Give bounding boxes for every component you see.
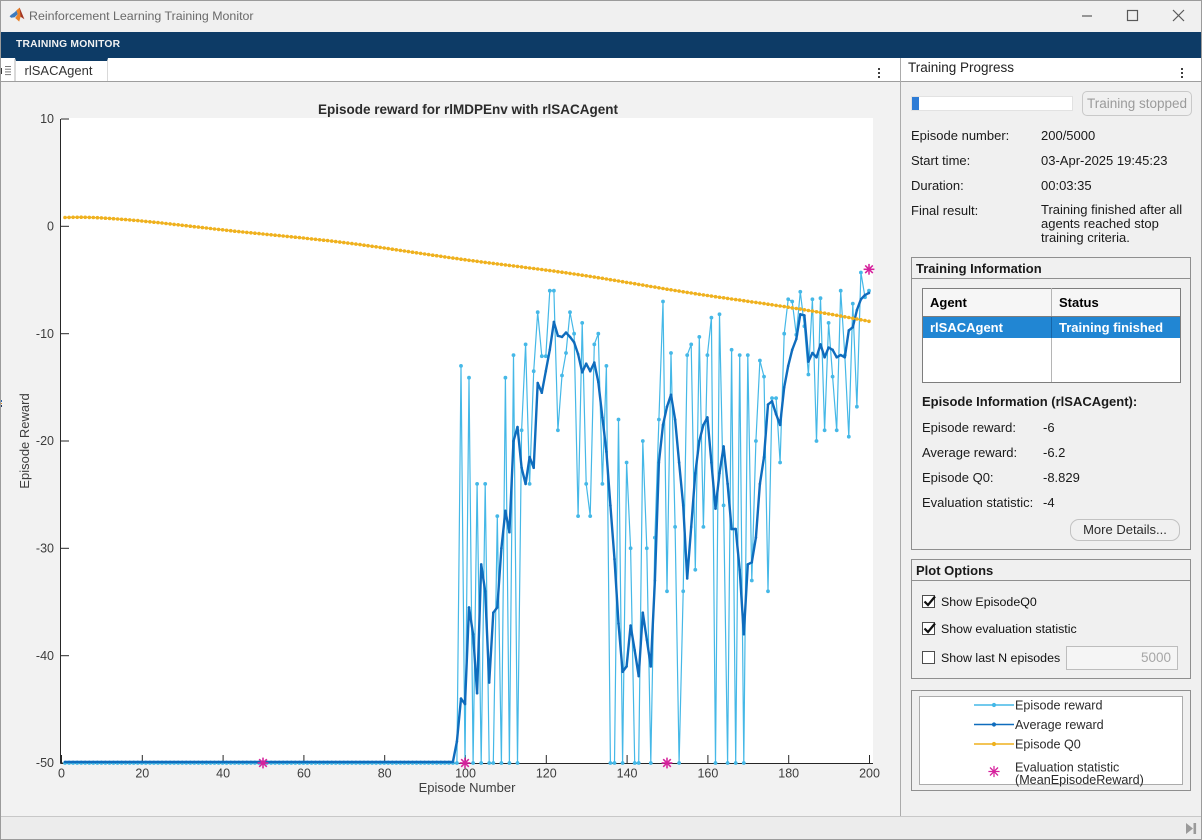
- svg-text:Episode Reward: Episode Reward: [17, 393, 32, 488]
- svg-text:20: 20: [135, 767, 149, 781]
- svg-text:120: 120: [536, 767, 557, 781]
- svg-text:200: 200: [859, 767, 880, 781]
- svg-text:-40: -40: [36, 649, 54, 663]
- svg-text:Episode Q0: Episode Q0: [1015, 738, 1081, 752]
- svg-text:Average reward: Average reward: [1015, 718, 1104, 732]
- svg-text:160: 160: [697, 767, 718, 781]
- svg-text:60: 60: [297, 767, 311, 781]
- svg-text:Episode Number: Episode Number: [419, 780, 516, 795]
- svg-text:-20: -20: [36, 434, 54, 448]
- svg-text:-50: -50: [36, 756, 54, 770]
- svg-text:Episode reward: Episode reward: [1015, 699, 1103, 713]
- svg-text:180: 180: [778, 767, 799, 781]
- svg-text:80: 80: [378, 767, 392, 781]
- svg-text:140: 140: [617, 767, 638, 781]
- svg-text:0: 0: [47, 220, 54, 234]
- svg-text:(MeanEpisodeReward): (MeanEpisodeReward): [1015, 773, 1144, 787]
- svg-text:-30: -30: [36, 542, 54, 556]
- svg-text:40: 40: [216, 767, 230, 781]
- svg-text:Episode reward for rlMDPEnv wi: Episode reward for rlMDPEnv with rlSACAg…: [318, 102, 619, 117]
- svg-text:-10: -10: [36, 327, 54, 341]
- svg-text:10: 10: [40, 112, 54, 126]
- svg-text:0: 0: [58, 767, 65, 781]
- svg-text:100: 100: [455, 767, 476, 781]
